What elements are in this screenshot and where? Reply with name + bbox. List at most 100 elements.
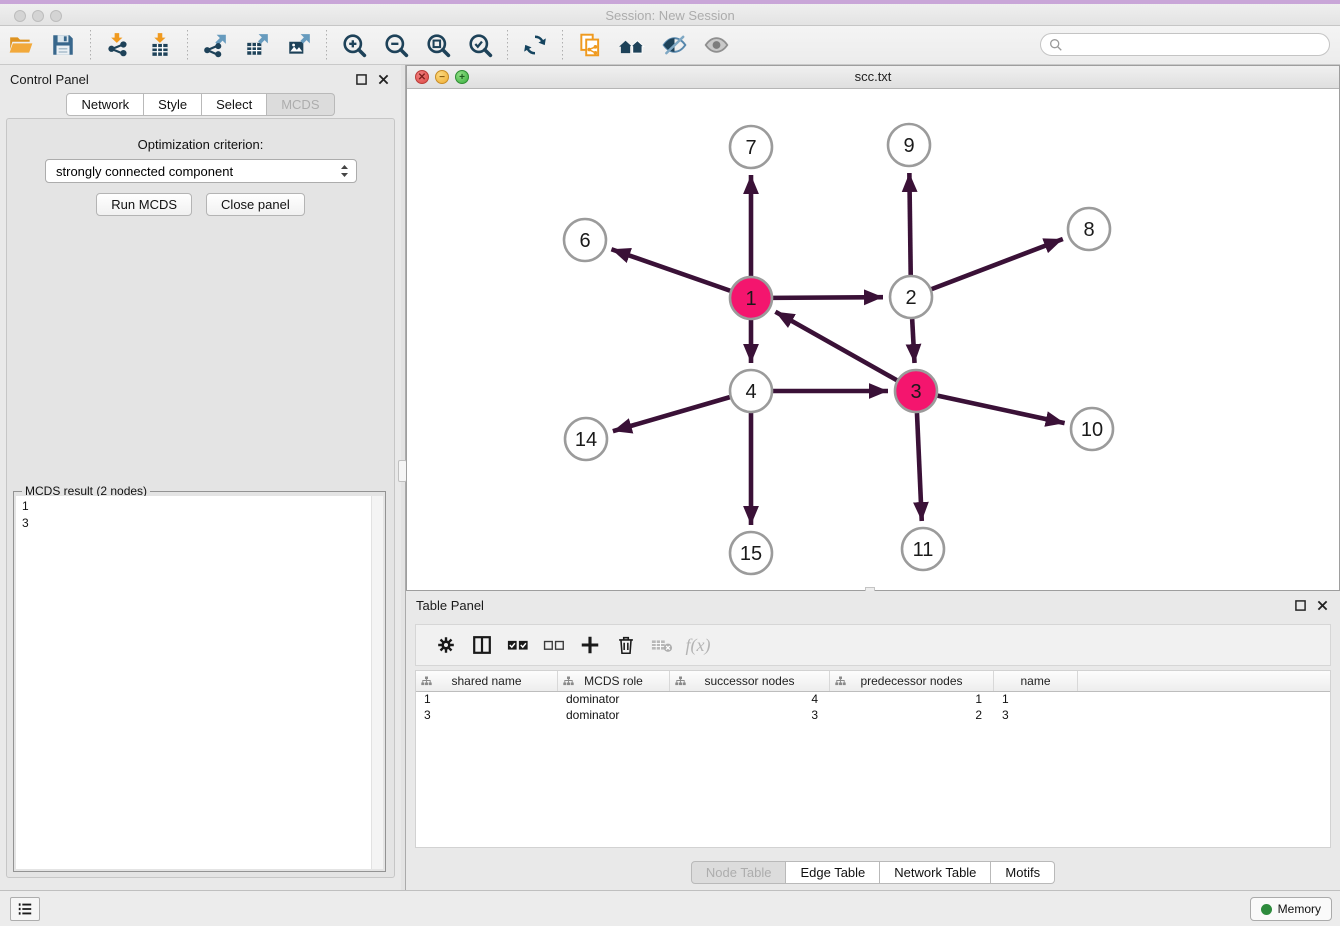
search-field[interactable] [1040, 33, 1330, 56]
duplicate-network-icon[interactable] [573, 29, 607, 61]
task-history-button[interactable] [10, 897, 40, 921]
control-panel: Control Panel Network Style Select MCDS … [0, 65, 401, 890]
cell-mcds_role: dominator [558, 708, 670, 724]
table-toolbar: f(x) [415, 624, 1331, 666]
graph-node-label: 1 [745, 288, 756, 310]
column-header-predecessor_nodes[interactable]: predecessor nodes [830, 671, 994, 691]
control-panel-title: Control Panel [10, 72, 347, 87]
table-body: 1dominator4113dominator323 [416, 692, 1330, 724]
tab-node-table[interactable]: Node Table [691, 861, 787, 884]
table-options-icon[interactable] [428, 629, 464, 661]
graph-edge-2-9[interactable] [909, 173, 910, 275]
first-neighbors-icon[interactable] [615, 29, 649, 61]
export-network-icon[interactable] [198, 29, 232, 61]
column-type-icon [421, 676, 432, 686]
column-type-icon [835, 676, 846, 686]
open-session-icon[interactable] [4, 29, 38, 61]
hide-selected-icon[interactable] [657, 29, 691, 61]
graph-edge-2-3[interactable] [912, 319, 914, 363]
tab-style[interactable]: Style [144, 93, 202, 116]
export-image-icon[interactable] [282, 29, 316, 61]
column-type-icon [675, 676, 686, 686]
select-all-rows-icon[interactable] [500, 629, 536, 661]
graph-node-label: 8 [1083, 219, 1094, 241]
close-panel-button[interactable]: Close panel [206, 193, 305, 216]
show-columns-icon[interactable] [464, 629, 500, 661]
graph-edge-4-14[interactable] [613, 397, 730, 431]
column-header-successor_nodes[interactable]: successor nodes [670, 671, 830, 691]
graph-node-label: 9 [903, 135, 914, 157]
graph-edge-1-2[interactable] [773, 297, 883, 298]
close-panel-icon[interactable] [375, 71, 391, 87]
zoom-fit-icon[interactable] [421, 29, 455, 61]
graph-node-label: 2 [905, 287, 916, 309]
graph-edge-3-11[interactable] [917, 413, 922, 521]
mcds-result-scrollbar[interactable] [371, 496, 383, 869]
tab-network-table[interactable]: Network Table [880, 861, 991, 884]
tab-edge-table[interactable]: Edge Table [786, 861, 880, 884]
zoom-out-icon[interactable] [379, 29, 413, 61]
import-network-icon[interactable] [101, 29, 135, 61]
toolbar-separator [326, 30, 327, 60]
graph-edge-1-6[interactable] [611, 249, 730, 291]
session-title: Session: New Session [0, 8, 1340, 23]
table-tabs: Node Table Edge Table Network Table Moti… [406, 861, 1340, 884]
cell-mcds_role: dominator [558, 692, 670, 708]
cell-successor_nodes: 4 [670, 692, 830, 708]
float-panel-icon[interactable] [1292, 597, 1308, 613]
run-mcds-button[interactable]: Run MCDS [96, 193, 192, 216]
zoom-selected-icon[interactable] [463, 29, 497, 61]
add-column-icon[interactable] [572, 629, 608, 661]
toolbar-separator [562, 30, 563, 60]
criterion-value: strongly connected component [56, 164, 339, 179]
graph-edge-2-8[interactable] [932, 239, 1063, 289]
mcds-tab-content: Optimization criterion: strongly connect… [6, 118, 395, 878]
cell-predecessor_nodes: 2 [830, 708, 994, 724]
float-panel-icon[interactable] [353, 71, 369, 87]
refresh-icon[interactable] [518, 29, 552, 61]
tab-network[interactable]: Network [66, 93, 144, 116]
column-header-shared_name[interactable]: shared name [416, 671, 558, 691]
import-table-icon[interactable] [143, 29, 177, 61]
save-session-icon[interactable] [46, 29, 80, 61]
toolbar-separator [507, 30, 508, 60]
cell-shared_name: 3 [416, 708, 558, 724]
tab-mcds[interactable]: MCDS [267, 93, 334, 116]
network-graph[interactable]: 1234678910111415 [407, 89, 1339, 590]
statusbar: Memory [0, 890, 1340, 926]
deselect-all-rows-icon[interactable] [536, 629, 572, 661]
network-window-title: scc.txt [407, 69, 1339, 84]
search-icon [1049, 38, 1063, 52]
close-panel-icon[interactable] [1314, 597, 1330, 613]
app-titlebar: Session: New Session [0, 0, 1340, 26]
optimization-criterion-label: Optimization criterion: [7, 137, 394, 152]
graph-node-label: 6 [579, 230, 590, 252]
mcds-result-text[interactable]: 1 3 [16, 496, 371, 869]
column-header-name[interactable]: name [994, 671, 1078, 691]
search-input[interactable] [1063, 37, 1329, 52]
graph-node-label: 10 [1081, 419, 1103, 441]
select-stepper-icon [339, 163, 350, 179]
memory-status-icon [1261, 904, 1272, 915]
graph-node-label: 11 [913, 539, 934, 561]
network-window-titlebar[interactable]: ✕ − + scc.txt [407, 66, 1339, 89]
delete-columns-icon[interactable] [608, 629, 644, 661]
tab-motifs[interactable]: Motifs [991, 861, 1055, 884]
table-row[interactable]: 1dominator411 [416, 692, 1330, 708]
memory-button[interactable]: Memory [1250, 897, 1332, 921]
graph-node-label: 4 [745, 381, 756, 403]
zoom-in-icon[interactable] [337, 29, 371, 61]
export-table-icon[interactable] [240, 29, 274, 61]
column-type-icon [563, 676, 574, 686]
graph-edge-3-1[interactable] [775, 312, 896, 380]
tab-select[interactable]: Select [202, 93, 267, 116]
graph-edge-3-10[interactable] [938, 396, 1065, 423]
criterion-select[interactable]: strongly connected component [45, 159, 357, 183]
network-canvas[interactable]: 1234678910111415 [407, 89, 1339, 590]
function-builder-icon: f(x) [680, 629, 716, 661]
show-all-icon[interactable] [699, 29, 733, 61]
cell-predecessor_nodes: 1 [830, 692, 994, 708]
column-header-mcds_role[interactable]: MCDS role [558, 671, 670, 691]
table-row[interactable]: 3dominator323 [416, 708, 1330, 724]
cell-name: 3 [994, 708, 1078, 724]
